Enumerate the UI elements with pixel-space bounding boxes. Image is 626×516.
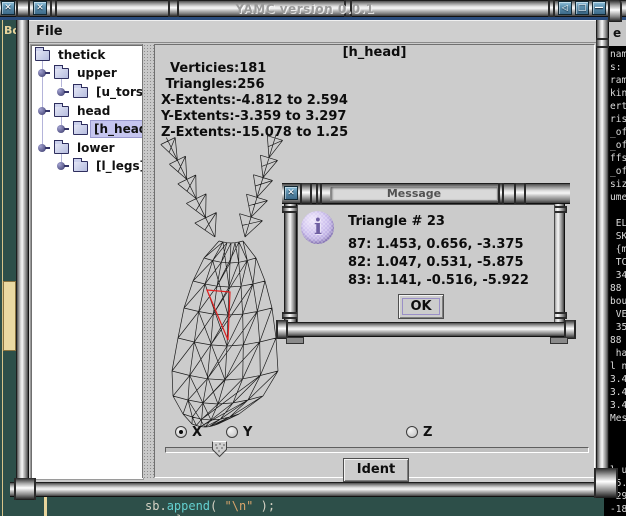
pipe-endcap-bottomright <box>594 468 618 498</box>
tree-row[interactable]: upper <box>31 65 143 81</box>
tree-expand-knob[interactable] <box>57 88 65 96</box>
menu-file[interactable]: File <box>28 21 71 42</box>
info-icon-letter: i <box>314 214 322 239</box>
iconify-button[interactable]: — <box>592 1 606 15</box>
model-tree-panel: thetick upper [u_torso] head [h_head] <box>30 44 144 480</box>
panel-title: [h_head] <box>154 45 595 60</box>
tree-row[interactable]: [u_torso] <box>31 84 143 100</box>
folder-icon <box>73 124 88 135</box>
folder-icon <box>35 50 50 61</box>
tree-row[interactable]: [h_head] <box>31 121 143 137</box>
pipe-fitting <box>300 183 312 204</box>
dialog-vertex-line: 87: 1.453, 0.656, -3.375 <box>348 237 524 252</box>
ident-button[interactable]: Ident <box>343 458 409 482</box>
dialog-vertex-line: 82: 1.047, 0.531, -5.875 <box>348 255 524 270</box>
close-button[interactable]: ✕ <box>33 1 47 15</box>
dialog-vertex-line: 83: 1.141, -0.516, -5.922 <box>348 273 529 288</box>
message-dialog: Message ✕ i Triangle # 23 87: 1.453, 0.6… <box>274 180 576 345</box>
tree-expand-knob[interactable] <box>38 107 46 115</box>
pipe-fitting <box>316 183 322 204</box>
desktop: Bo e nam s: ram kin ert ris _of _of ffs … <box>0 0 626 516</box>
tree-expand-knob[interactable] <box>38 144 46 152</box>
dialog-bottom-pipe <box>282 322 570 337</box>
shade-button[interactable]: ◁ <box>558 1 572 15</box>
window-title: YAMC version 0.0.1 <box>0 2 610 16</box>
dialog-body: i Triangle # 23 87: 1.453, 0.656, -3.375… <box>297 204 555 324</box>
maximize-button[interactable]: □ <box>575 1 589 15</box>
dialog-title: Message <box>387 187 441 200</box>
pipe-fitting <box>514 183 526 204</box>
bottom-border-pipe[interactable] <box>10 482 616 497</box>
tree-item-l-legs[interactable]: [l_legs] <box>93 158 148 174</box>
wireframe-mesh <box>161 134 283 427</box>
tree-expand-knob[interactable] <box>38 69 46 77</box>
terminal-menu-file-partial[interactable]: e <box>613 26 621 40</box>
stat-vertices: Verticies:181 <box>161 61 266 77</box>
right-border-pipe[interactable] <box>596 20 609 482</box>
pipe-elbow-topright <box>608 0 622 22</box>
axis-y-radio[interactable] <box>226 426 238 438</box>
dialog-foot <box>286 337 304 344</box>
tree-item-upper[interactable]: upper <box>74 65 120 81</box>
bgwindow-close-button[interactable]: ✕ <box>1 1 15 15</box>
dialog-left-pipe <box>284 204 297 325</box>
tree-row[interactable]: [l_legs] <box>31 158 143 174</box>
terminal-text: nam s: ram kin ert ris _of _of ffs _of s… <box>610 48 626 516</box>
axis-x-radio[interactable] <box>175 426 187 438</box>
code-paren: ( <box>210 499 224 513</box>
code-method: append <box>167 499 210 513</box>
background-left-window: Bo <box>0 16 16 516</box>
folder-icon <box>73 161 88 172</box>
axis-x-label: X <box>192 425 202 440</box>
stat-x-extents: X-Extents:-4.812 to 2.594 <box>161 93 348 109</box>
code-line: sb.append( "\n" ); <box>145 499 275 513</box>
left-border-pipe[interactable] <box>16 20 29 482</box>
info-icon: i <box>301 211 334 244</box>
stat-triangles: Triangles:256 <box>161 77 265 93</box>
editor-guide-line <box>44 497 47 516</box>
left-window-scrollbar-thumb[interactable] <box>3 281 16 351</box>
pipe-endcap-bottomleft <box>14 478 36 500</box>
tree-item-thetick[interactable]: thetick <box>55 47 108 63</box>
tree-item-head[interactable]: head <box>74 103 113 119</box>
stat-y-extents: Y-Extents:-3.359 to 3.297 <box>161 109 346 125</box>
code-editor-strip: sb.append( "\n" ); } <box>29 497 596 516</box>
left-window-border-line <box>2 16 3 516</box>
dialog-foot <box>550 337 568 344</box>
code-object: sb. <box>145 499 167 513</box>
folder-icon <box>54 143 69 154</box>
tree-expand-knob[interactable] <box>57 162 65 170</box>
menu-bar: File <box>28 20 598 43</box>
code-string: "\n" <box>225 499 254 513</box>
rotation-slider-track[interactable] <box>165 447 589 453</box>
code-close: ); <box>253 499 275 513</box>
pipe-fitting <box>498 183 504 204</box>
tree-row[interactable]: head <box>31 103 143 119</box>
dialog-title-slot: Message <box>330 186 498 201</box>
tree-row[interactable]: thetick <box>31 47 143 63</box>
folder-icon <box>73 87 88 98</box>
tree-item-lower[interactable]: lower <box>74 140 118 156</box>
axis-z-label: Z <box>423 425 432 440</box>
dialog-close-button[interactable]: ✕ <box>284 186 298 200</box>
folder-icon <box>54 68 69 79</box>
rotation-slider-thumb[interactable] <box>211 440 228 458</box>
tree-row[interactable]: lower <box>31 140 143 156</box>
axis-y-label: Y <box>243 425 252 440</box>
folder-icon <box>54 106 69 117</box>
axis-z-radio[interactable] <box>406 426 418 438</box>
dialog-heading: Triangle # 23 <box>348 214 445 229</box>
pipe-fitting <box>596 38 609 48</box>
active-window-accent <box>0 17 626 20</box>
tree-expand-knob[interactable] <box>57 125 65 133</box>
ok-button[interactable]: OK <box>398 294 444 319</box>
